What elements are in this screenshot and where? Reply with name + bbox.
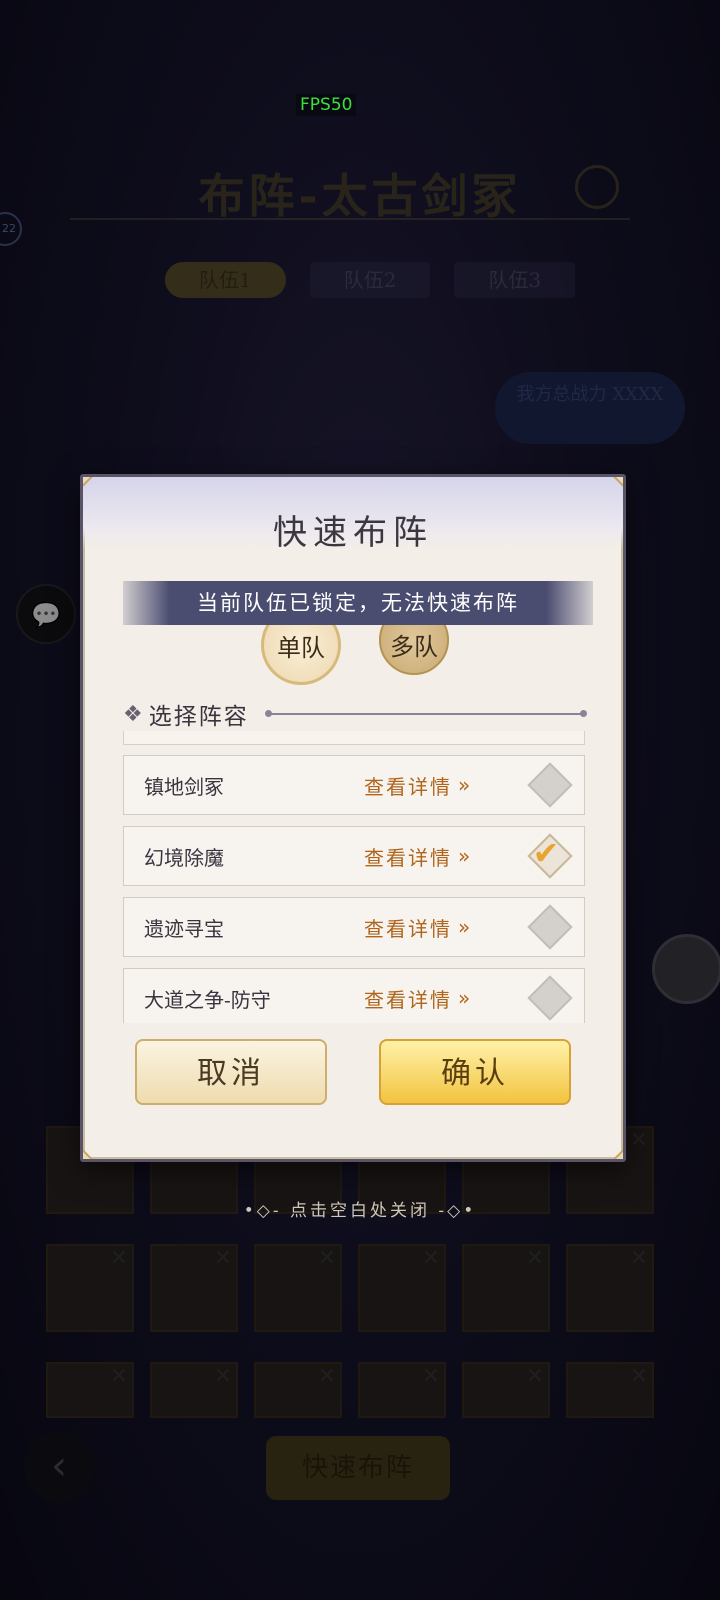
diamond-icon: ❖ (123, 701, 143, 727)
view-details-link[interactable]: 查看详情» (364, 913, 472, 942)
close-hint: •◇- 点击空白处关闭 -◇• (243, 1201, 477, 1221)
lineup-name: 大道之争-防守 (144, 987, 271, 1012)
select-checkbox[interactable] (527, 975, 573, 1021)
lineup-name: 镇地剑冢 (144, 774, 224, 799)
double-chevron-right-icon: » (458, 844, 473, 868)
double-chevron-right-icon: » (458, 773, 473, 797)
double-chevron-right-icon: » (458, 986, 473, 1010)
select-checkbox[interactable] (527, 904, 573, 950)
list-item (123, 731, 585, 745)
fps-counter: FPS50 (296, 94, 357, 116)
view-details-link[interactable]: 查看详情» (364, 771, 472, 800)
select-checkbox[interactable] (527, 762, 573, 808)
lock-notice-banner: 当前队伍已锁定，无法快速布阵 (123, 581, 593, 625)
cancel-button[interactable]: 取消 (135, 1039, 327, 1105)
confirm-button[interactable]: 确认 (379, 1039, 571, 1105)
checkmark-icon: ✔ (532, 834, 560, 872)
lineup-row[interactable]: 遗迹寻宝 查看详情» (123, 897, 585, 957)
double-chevron-right-icon: » (458, 915, 473, 939)
corner-ornament (83, 1149, 93, 1159)
lineup-name: 遗迹寻宝 (144, 916, 224, 941)
lineup-list[interactable]: 镇地剑冢 查看详情» 幻境除魔 查看详情» ✔ 遗迹寻宝 查看详情» 大道之争-… (123, 731, 585, 1023)
section-header: ❖ 选择阵容 (123, 697, 249, 731)
view-details-link[interactable]: 查看详情» (364, 984, 472, 1013)
view-details-link[interactable]: 查看详情» (364, 842, 472, 871)
section-divider (265, 710, 587, 717)
dialog-title: 快速布阵 (273, 513, 433, 553)
section-title: 选择阵容 (148, 704, 249, 730)
lineup-row[interactable]: 大道之争-防守 查看详情» (123, 968, 585, 1023)
lineup-row[interactable]: 镇地剑冢 查看详情» (123, 755, 585, 815)
lineup-row[interactable]: 幻境除魔 查看详情» ✔ (123, 826, 585, 886)
corner-ornament (613, 1149, 623, 1159)
lineup-name: 幻境除魔 (144, 845, 224, 870)
quick-formation-dialog: 快速布阵 单队 多队 当前队伍已锁定，无法快速布阵 ❖ 选择阵容 镇地剑冢 查看… (80, 474, 626, 1162)
